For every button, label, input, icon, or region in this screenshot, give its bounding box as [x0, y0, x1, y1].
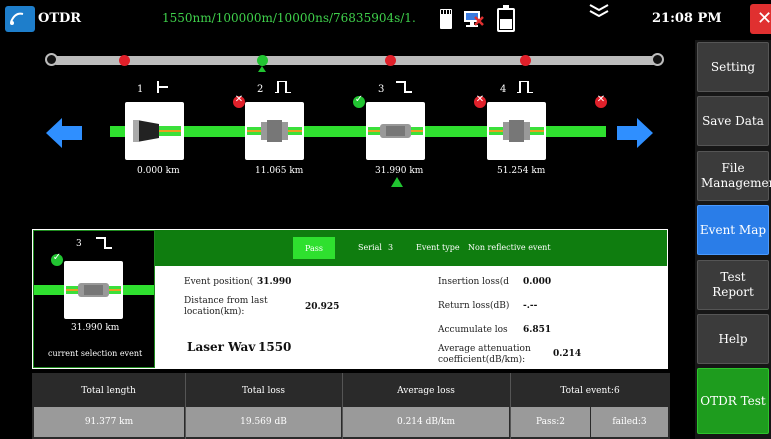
splice-icon — [247, 120, 302, 142]
reflective-event-icon — [517, 81, 533, 93]
fail-badge-icon: ✕ — [474, 94, 486, 108]
distance-from-last-label: Distance from last location(km): — [184, 296, 268, 317]
next-event-arrow-icon[interactable] — [617, 118, 653, 148]
insertion-loss-value: 0.000 — [523, 277, 552, 287]
sd-card-icon — [440, 9, 452, 29]
event-distance: 31.990 km — [71, 323, 120, 333]
event-detail-header — [155, 230, 667, 266]
slider-event-marker[interactable] — [520, 55, 531, 66]
sidebar: Setting Save Data File Management Event … — [695, 40, 771, 439]
splice-icon — [368, 124, 423, 138]
connector-icon — [133, 120, 181, 142]
event-distance: 11.065 km — [255, 166, 304, 176]
event-card[interactable] — [125, 102, 184, 160]
test-report-button[interactable]: Test Report — [697, 260, 769, 310]
app-icon[interactable] — [5, 6, 35, 32]
file-management-button[interactable]: File Management — [697, 151, 771, 201]
reflective-event-icon — [275, 81, 291, 93]
event-card-selected[interactable] — [366, 102, 425, 160]
total-loss-value: 19.569 dB — [186, 407, 341, 437]
divider — [342, 373, 343, 439]
event-position-label: Event position( — [184, 277, 254, 287]
slider-event-marker[interactable] — [119, 55, 130, 66]
event-position-value: 31.990 — [257, 277, 292, 287]
avg-attenuation-value: 0.214 — [553, 349, 582, 359]
event-distance: 0.000 km — [137, 166, 180, 176]
event-map-button[interactable]: Event Map — [697, 205, 769, 255]
app-title: OTDR — [38, 11, 82, 26]
non-reflective-event-icon — [96, 237, 112, 249]
chevron-icon[interactable] — [588, 2, 610, 20]
average-loss-value: 0.214 dB/km — [343, 407, 509, 437]
network-icon — [461, 9, 485, 29]
failed-count: failed:3 — [591, 407, 668, 437]
slider-event-marker[interactable] — [385, 55, 396, 66]
pass-count: Pass:2 — [511, 407, 590, 437]
event-distance: 31.990 km — [375, 166, 424, 176]
status-badge: Pass — [293, 237, 335, 259]
pass-badge-icon: ✓ — [353, 94, 365, 108]
total-loss-header: Total loss — [242, 386, 285, 396]
event-slider[interactable] — [52, 56, 658, 65]
fail-badge-icon: ✕ — [233, 94, 245, 108]
event-card[interactable] — [487, 102, 546, 160]
slider-pointer — [258, 66, 266, 72]
total-length-value: 91.377 km — [34, 407, 184, 437]
event-index: 1 — [137, 84, 144, 95]
event-distance: 51.254 km — [497, 166, 546, 176]
top-bar: OTDR 1550nm/100000m/10000ns/76835904s/1.… — [0, 0, 771, 37]
total-event-header: Total event:6 — [560, 386, 620, 396]
accumulate-loss-value: 6.851 — [523, 325, 552, 335]
splice-icon — [66, 283, 121, 297]
average-loss-header: Average loss — [397, 386, 455, 396]
laser-wavelength-label: Laser Wav — [187, 340, 256, 354]
clock: 21:08 PM — [652, 11, 722, 26]
event-card — [64, 261, 123, 319]
distance-from-last-value: 20.925 — [305, 302, 340, 312]
avg-attenuation-label: Average attenuation coefficient(dB/km): — [438, 344, 531, 365]
event-type-value: Non reflective event — [468, 243, 551, 252]
slider-start — [45, 53, 58, 66]
slider-selected-marker[interactable] — [257, 55, 268, 66]
selected-event-pointer-icon — [391, 177, 403, 187]
event-index: 3 — [76, 239, 82, 249]
serial-label: Serial — [358, 243, 382, 252]
accumulate-loss-label: Accumulate los — [438, 325, 508, 335]
event-index: 4 — [500, 84, 507, 95]
setting-button[interactable]: Setting — [697, 42, 769, 92]
launch-event-icon — [157, 81, 168, 93]
event-type-label: Event type — [416, 243, 460, 252]
laser-wavelength-value: 1550 — [258, 340, 292, 354]
close-icon: ✕ — [757, 8, 771, 29]
event-index: 2 — [257, 84, 264, 95]
non-reflective-event-icon — [396, 81, 412, 93]
current-event-preview: 3 ✓ 31.990 km current selection event — [33, 230, 155, 368]
close-button[interactable]: ✕ — [750, 4, 771, 34]
event-card[interactable] — [245, 102, 304, 160]
insertion-loss-label: Insertion loss(d — [438, 277, 509, 287]
return-loss-value: -.-- — [523, 301, 538, 311]
divider — [185, 373, 186, 439]
splice-icon — [489, 120, 544, 142]
otdr-test-button[interactable]: OTDR Test — [697, 368, 769, 434]
event-index: 3 — [378, 84, 385, 95]
slider-end — [651, 53, 664, 66]
battery-icon — [497, 5, 515, 32]
total-length-header: Total length — [81, 386, 136, 396]
prev-event-arrow-icon[interactable] — [46, 118, 82, 148]
divider — [510, 373, 511, 439]
fail-badge-icon: ✕ — [595, 94, 607, 108]
test-parameters: 1550nm/100000m/10000ns/76835904s/1. — [162, 11, 416, 25]
pass-badge-icon: ✓ — [51, 252, 63, 266]
current-selection-caption: current selection event — [48, 349, 143, 358]
serial-value: 3 — [388, 243, 394, 252]
help-button[interactable]: Help — [697, 314, 769, 364]
save-data-button[interactable]: Save Data — [697, 96, 769, 146]
return-loss-label: Return loss(dB) — [438, 301, 510, 311]
